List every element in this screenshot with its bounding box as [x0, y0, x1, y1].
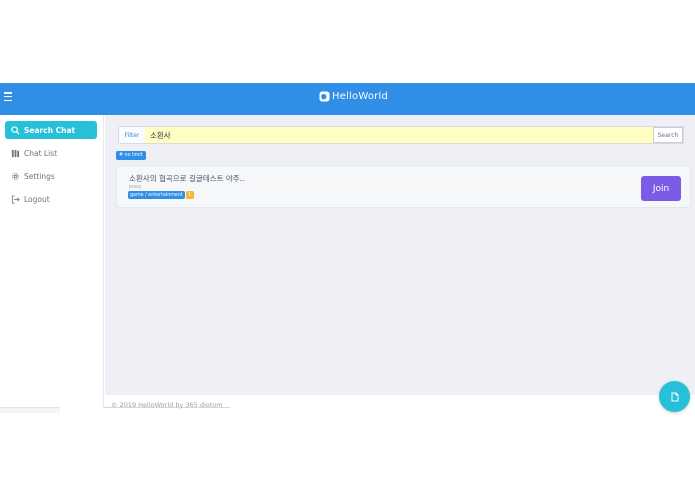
top-bar: HelloWorld — [0, 83, 695, 115]
sidebar-item-logout[interactable]: Logout — [5, 190, 97, 208]
sidebar-item-label: Chat List — [24, 148, 58, 158]
join-button[interactable]: Join — [641, 176, 681, 201]
chat-author: jossy — [129, 184, 142, 190]
chat-title: 소환사의 협곡으로 길글테스트 야주.. — [129, 174, 245, 183]
sidebar-item-label: Search Chat — [24, 125, 76, 135]
chat-list-icon — [11, 149, 20, 157]
footer-text: © 2019 HelloWorld by 365 diotom — [111, 401, 223, 409]
main-content: Filter Search # no limit 소환사의 협곡으로 길글테스트… — [105, 115, 695, 395]
sidebar: Search Chat Chat List Settings Logout — [0, 115, 104, 408]
sidebar-item-search-chat[interactable]: Search Chat — [5, 121, 97, 139]
helloworld-logo-icon — [319, 91, 330, 102]
sidebar-item-settings[interactable]: Settings — [5, 167, 97, 185]
chat-result-card: 소환사의 협곡으로 길글테스트 야주.. jossy game / entert… — [116, 165, 691, 208]
member-count-badge: 1 — [185, 191, 194, 199]
browser-status-bar — [0, 407, 60, 413]
filter-label: Filter — [119, 127, 145, 143]
sidebar-item-label: Settings — [24, 171, 55, 181]
hamburger-menu-icon[interactable] — [4, 92, 13, 102]
brand[interactable]: HelloWorld — [319, 91, 388, 102]
gear-icon — [12, 172, 19, 180]
sidebar-item-label: Logout — [24, 194, 50, 204]
logout-icon — [11, 194, 20, 204]
no-limit-tag[interactable]: # no limit — [116, 151, 146, 160]
filter-input[interactable] — [145, 127, 653, 143]
new-chat-fab[interactable] — [659, 381, 690, 412]
chat-tags: game / entertainment 1 — [128, 191, 194, 199]
app-title: HelloWorld — [332, 91, 389, 102]
sidebar-item-chat-list[interactable]: Chat List — [5, 144, 97, 162]
search-icon — [11, 125, 20, 135]
category-badge: game / entertainment — [128, 191, 185, 199]
filter-bar: Filter Search — [118, 126, 684, 144]
search-button[interactable]: Search — [653, 127, 683, 143]
document-icon — [671, 392, 678, 401]
